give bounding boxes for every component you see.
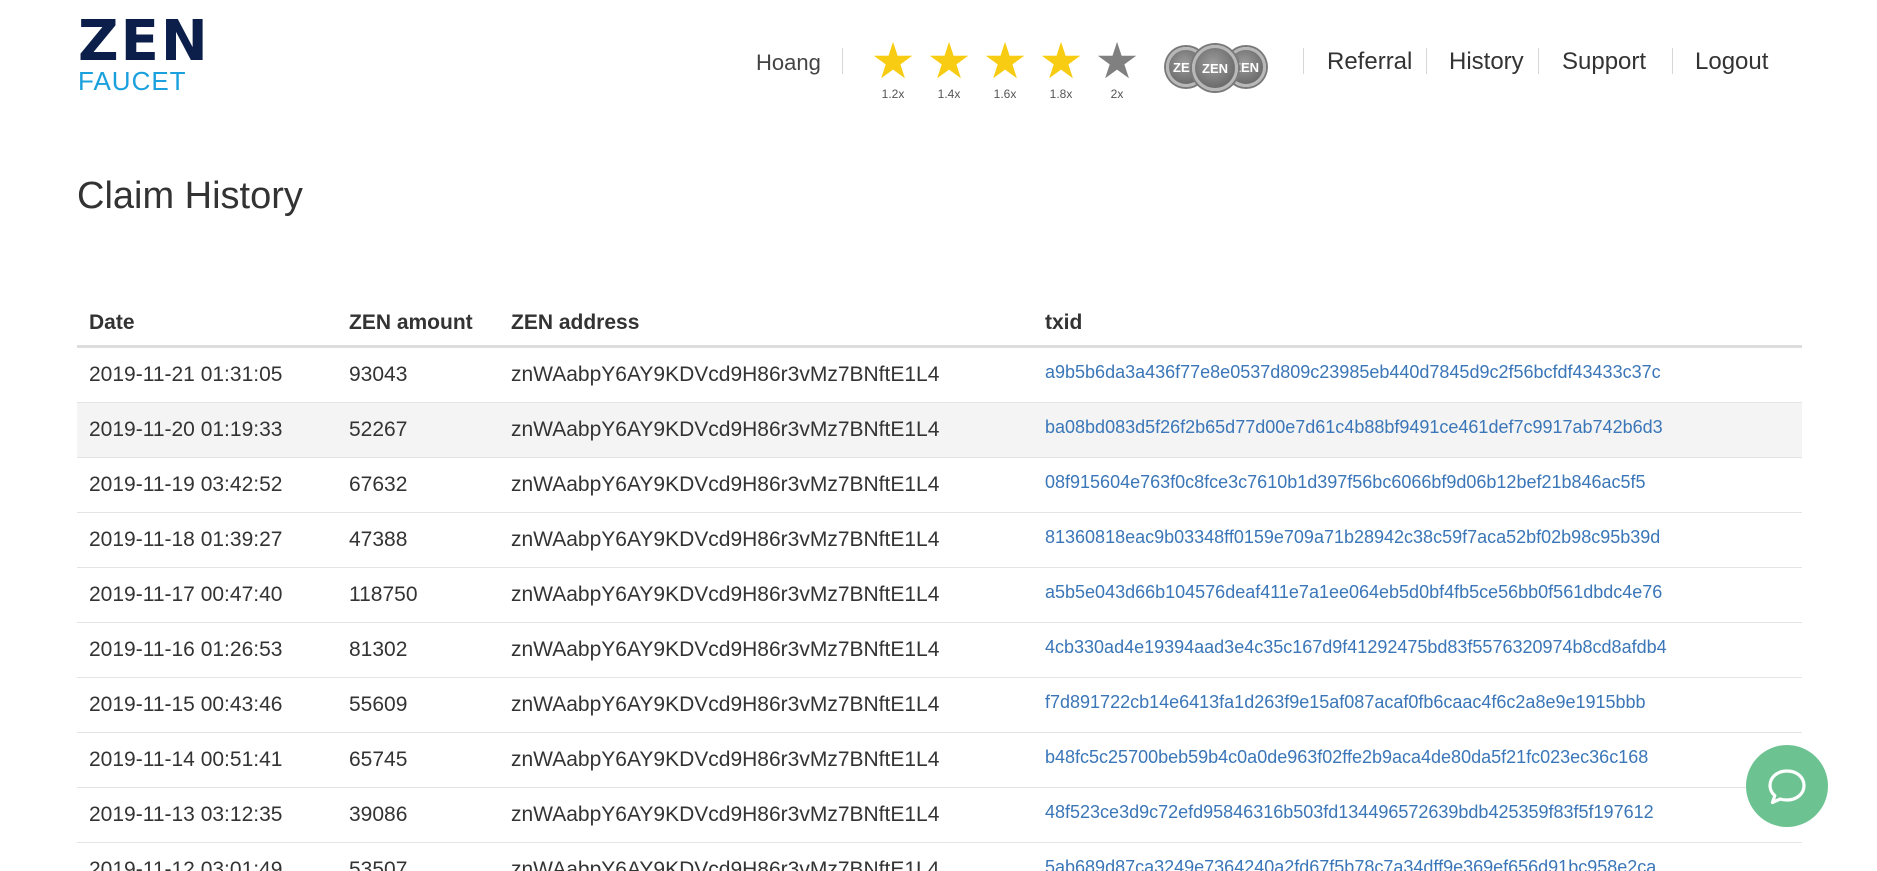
nav-divider — [1303, 48, 1304, 74]
coin-center: ZEN — [1192, 45, 1238, 91]
chat-bubble-icon — [1768, 769, 1806, 805]
table-row: 2019-11-16 01:26:53 81302 znWAabpY6AY9KD… — [77, 623, 1802, 678]
cell-address: znWAabpY6AY9KDVcd9H86r3vMz7BNftE1L4 — [511, 693, 940, 716]
cell-address: znWAabpY6AY9KDVcd9H86r3vMz7BNftE1L4 — [511, 858, 940, 871]
txid-link[interactable]: f7d891722cb14e6413fa1d263f9e15af087acaf0… — [1045, 692, 1646, 712]
cell-amount: 53507 — [349, 858, 408, 871]
nav-link-logout[interactable]: Logout — [1695, 48, 1768, 76]
txid-link[interactable]: 08f915604e763f0c8fce3c7610b1d397f56bc606… — [1045, 472, 1646, 492]
page: ZEN FAUCET Hoang ★ 1.2x ★ 1.4x ★ 1.6x ★ … — [0, 0, 1877, 871]
header-date: Date — [89, 310, 135, 334]
zen-faucet-logo[interactable]: ZEN FAUCET — [78, 9, 210, 97]
cell-amount: 67632 — [349, 473, 408, 496]
cell-address: znWAabpY6AY9KDVcd9H86r3vMz7BNftE1L4 — [511, 803, 940, 826]
txid-link[interactable]: ba08bd083d5f26f2b65d77d00e7d61c4b88bf949… — [1045, 417, 1663, 437]
zen-coins-icon: ZEN ZEN ZEN — [1164, 43, 1274, 95]
cell-address: znWAabpY6AY9KDVcd9H86r3vMz7BNftE1L4 — [511, 583, 940, 606]
claim-history-table: Date ZEN amount ZEN address txid 2019-11… — [77, 300, 1802, 871]
table-row: 2019-11-20 01:19:33 52267 znWAabpY6AY9KD… — [77, 403, 1802, 458]
table-header: Date ZEN amount ZEN address txid — [77, 300, 1802, 348]
table-row: 2019-11-15 00:43:46 55609 znWAabpY6AY9KD… — [77, 678, 1802, 733]
txid-link[interactable]: 5ab689d87ca3249e7364240a2fd67f5b78c7a34d… — [1045, 857, 1656, 871]
cell-amount: 81302 — [349, 638, 408, 661]
table-row: 2019-11-12 03:01:49 53507 znWAabpY6AY9KD… — [77, 843, 1802, 871]
header-amount: ZEN amount — [349, 310, 473, 334]
cell-date: 2019-11-15 00:43:46 — [89, 693, 283, 716]
header-txid: txid — [1045, 310, 1083, 334]
nav-divider — [1426, 48, 1427, 74]
cell-address: znWAabpY6AY9KDVcd9H86r3vMz7BNftE1L4 — [511, 528, 940, 551]
cell-address: znWAabpY6AY9KDVcd9H86r3vMz7BNftE1L4 — [511, 748, 940, 771]
nav-link-support[interactable]: Support — [1562, 48, 1646, 76]
cell-date: 2019-11-19 03:42:52 — [89, 473, 283, 496]
page-title: Claim History — [77, 175, 303, 217]
nav-divider — [842, 48, 843, 74]
star-icon: ★ — [926, 32, 972, 90]
table-row: 2019-11-17 00:47:40 118750 znWAabpY6AY9K… — [77, 568, 1802, 623]
star-icon: ★ — [870, 32, 916, 90]
bonus-star-3: ★ 1.6x — [980, 36, 1030, 101]
table-row: 2019-11-21 01:31:05 93043 znWAabpY6AY9KD… — [77, 348, 1802, 403]
cell-date: 2019-11-17 00:47:40 — [89, 583, 283, 606]
table-row: 2019-11-14 00:51:41 65745 znWAabpY6AY9KD… — [77, 733, 1802, 788]
cell-date: 2019-11-20 01:19:33 — [89, 418, 283, 441]
table-row: 2019-11-18 01:39:27 47388 znWAabpY6AY9KD… — [77, 513, 1802, 568]
cell-address: znWAabpY6AY9KDVcd9H86r3vMz7BNftE1L4 — [511, 363, 940, 386]
bonus-star-5: ★ 2x — [1092, 36, 1142, 101]
star-icon: ★ — [1094, 32, 1140, 90]
logo-text-zen: ZEN — [78, 9, 210, 74]
cell-amount: 55609 — [349, 693, 408, 716]
cell-address: znWAabpY6AY9KDVcd9H86r3vMz7BNftE1L4 — [511, 418, 940, 441]
bonus-star-1: ★ 1.2x — [868, 36, 918, 101]
bonus-star-4: ★ 1.8x — [1036, 36, 1086, 101]
cell-date: 2019-11-12 03:01:49 — [89, 858, 283, 871]
cell-amount: 118750 — [349, 583, 418, 606]
cell-date: 2019-11-21 01:31:05 — [89, 363, 283, 386]
cell-date: 2019-11-16 01:26:53 — [89, 638, 283, 661]
star-icon: ★ — [1038, 32, 1084, 90]
chat-button[interactable] — [1746, 745, 1828, 827]
nav-divider — [1672, 48, 1673, 74]
cell-address: znWAabpY6AY9KDVcd9H86r3vMz7BNftE1L4 — [511, 638, 940, 661]
cell-date: 2019-11-14 00:51:41 — [89, 748, 283, 771]
username-label: Hoang — [756, 50, 821, 75]
cell-amount: 39086 — [349, 803, 408, 826]
txid-link[interactable]: 4cb330ad4e19394aad3e4c35c167d9f41292475b… — [1045, 637, 1667, 657]
cell-date: 2019-11-13 03:12:35 — [89, 803, 283, 826]
cell-amount: 52267 — [349, 418, 408, 441]
cell-amount: 93043 — [349, 363, 408, 386]
cell-amount: 65745 — [349, 748, 408, 771]
cell-amount: 47388 — [349, 528, 408, 551]
nav-divider — [1538, 48, 1539, 74]
txid-link[interactable]: a9b5b6da3a436f77e8e0537d809c23985eb440d7… — [1045, 362, 1661, 382]
txid-link[interactable]: a5b5e043d66b104576deaf411e7a1ee064eb5d0b… — [1045, 582, 1662, 602]
coin-label: ZEN — [1202, 60, 1228, 76]
txid-link[interactable]: 81360818eac9b03348ff0159e709a71b28942c38… — [1045, 527, 1660, 547]
nav-link-referral[interactable]: Referral — [1327, 48, 1412, 76]
cell-date: 2019-11-18 01:39:27 — [89, 528, 283, 551]
table-row: 2019-11-19 03:42:52 67632 znWAabpY6AY9KD… — [77, 458, 1802, 513]
bonus-star-2: ★ 1.4x — [924, 36, 974, 101]
star-icon: ★ — [982, 32, 1028, 90]
header-address: ZEN address — [511, 310, 640, 334]
table-row: 2019-11-13 03:12:35 39086 znWAabpY6AY9KD… — [77, 788, 1802, 843]
nav-link-history[interactable]: History — [1449, 48, 1524, 76]
cell-address: znWAabpY6AY9KDVcd9H86r3vMz7BNftE1L4 — [511, 473, 940, 496]
top-nav: Hoang ★ 1.2x ★ 1.4x ★ 1.6x ★ 1.8x ★ 2x Z… — [756, 36, 1807, 101]
txid-link[interactable]: 48f523ce3d9c72efd95846316b503fd134496572… — [1045, 802, 1654, 822]
txid-link[interactable]: b48fc5c25700beb59b4c0a0de963f02ffe2b9aca… — [1045, 747, 1648, 767]
